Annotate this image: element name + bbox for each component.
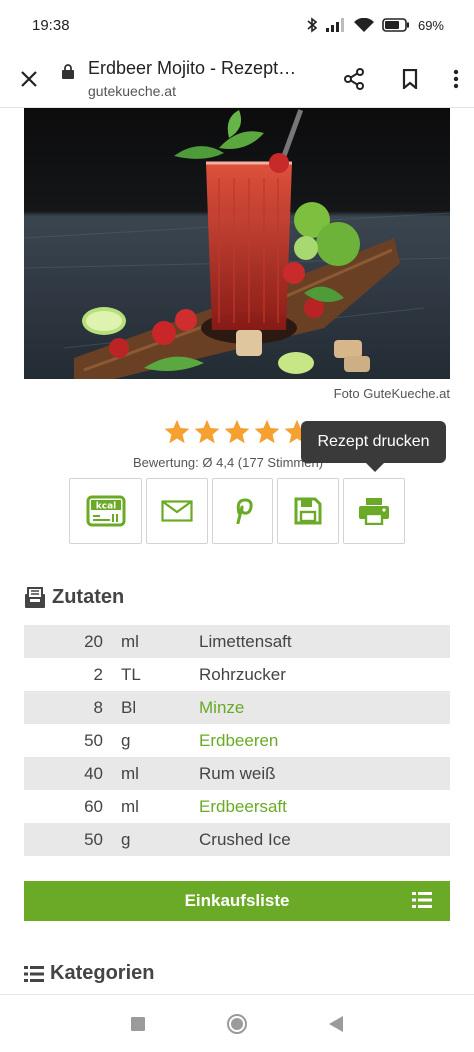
ingredient-unit: Bl bbox=[121, 697, 137, 717]
print-button[interactable] bbox=[343, 478, 405, 544]
address-area[interactable]: Erdbeer Mojito - Rezept | GuteKueche.at … bbox=[78, 58, 326, 99]
share-icon bbox=[344, 67, 364, 90]
email-button[interactable] bbox=[146, 478, 208, 544]
categories-title: Kategorien bbox=[50, 962, 155, 984]
ingredient-row: 20 ml Limettensaft bbox=[24, 625, 450, 658]
battery-level: 69% bbox=[417, 17, 444, 33]
ingredient-amount: 2 bbox=[93, 664, 103, 684]
ingredient-link[interactable]: Minze bbox=[199, 691, 450, 724]
ingredient-name: Rohrzucker bbox=[199, 664, 286, 684]
ingredient-link[interactable]: Erdbeeren bbox=[199, 724, 450, 757]
rating-stars[interactable] bbox=[163, 418, 311, 446]
status-bar: 19:38 69% bbox=[0, 0, 474, 50]
ingredient-amount: 20 bbox=[84, 631, 103, 651]
share-button[interactable] bbox=[326, 50, 382, 108]
ingredient-unit: ml bbox=[121, 796, 139, 816]
list-icon bbox=[24, 965, 44, 982]
star-icon[interactable] bbox=[223, 418, 251, 446]
ingredients-heading: Zutaten bbox=[24, 586, 124, 609]
ingredient-name: Crushed Ice bbox=[199, 829, 291, 849]
ingredient-name: Limettensaft bbox=[199, 631, 292, 651]
battery-icon bbox=[382, 18, 409, 32]
save-icon bbox=[294, 497, 322, 525]
ingredient-unit: g bbox=[121, 829, 131, 849]
rating-summary: Bewertung: Ø 4,4 (177 Stimmen) bbox=[133, 455, 324, 470]
star-icon[interactable] bbox=[193, 418, 221, 446]
ingredient-amount: 8 bbox=[93, 697, 103, 717]
page-url: gutekueche.at bbox=[88, 83, 176, 99]
ingredients-title: Zutaten bbox=[52, 586, 125, 608]
browser-toolbar: Erdbeer Mojito - Rezept | GuteKueche.at … bbox=[0, 50, 474, 108]
ingredient-row: 2 TL Rohrzucker bbox=[24, 658, 450, 691]
ingredient-unit: ml bbox=[121, 631, 139, 651]
list-icon bbox=[412, 892, 432, 908]
categories-heading: Kategorien bbox=[24, 962, 154, 985]
back-button[interactable] bbox=[328, 1015, 344, 1033]
ingredient-row: 8 Bl Minze bbox=[24, 691, 450, 724]
wifi-icon bbox=[353, 17, 374, 32]
ingredient-amount: 60 bbox=[84, 796, 103, 816]
ingredient-unit: TL bbox=[121, 664, 141, 684]
shopping-list-button[interactable]: Einkaufsliste bbox=[24, 881, 450, 921]
photo-credit: Foto GuteKueche.at bbox=[333, 386, 450, 401]
close-tab-button[interactable] bbox=[0, 50, 58, 108]
ingredient-link[interactable]: Erdbeersaft bbox=[199, 790, 450, 823]
ingredient-row: 50 g Crushed Ice bbox=[24, 823, 450, 856]
star-icon[interactable] bbox=[253, 418, 281, 446]
print-icon bbox=[359, 498, 389, 525]
secure-lock[interactable] bbox=[58, 64, 78, 79]
ingredient-amount: 50 bbox=[84, 829, 103, 849]
tooltip-arrow bbox=[366, 463, 384, 472]
print-tooltip: Rezept drucken bbox=[301, 421, 446, 463]
bookmark-button[interactable] bbox=[382, 50, 438, 108]
page-title: Erdbeer Mojito - Rezept | GuteKueche.at bbox=[88, 58, 300, 78]
more-vert-icon bbox=[453, 69, 459, 88]
home-button[interactable] bbox=[226, 1013, 248, 1035]
recipe-actions: kcal bbox=[69, 478, 405, 544]
ingredient-row: 40 ml Rum weiß bbox=[24, 757, 450, 790]
toolbar-actions bbox=[326, 50, 474, 108]
ingredients-box-icon bbox=[25, 586, 45, 608]
signal-icon bbox=[325, 18, 344, 32]
recipe-photo bbox=[24, 108, 450, 379]
ingredient-unit: ml bbox=[121, 763, 139, 783]
ingredient-name: Rum weiß bbox=[199, 763, 276, 783]
lock-icon bbox=[62, 64, 74, 79]
mail-icon bbox=[161, 500, 193, 522]
system-nav-bar bbox=[0, 994, 474, 1052]
ingredients-table: 20 ml Limettensaft 2 TL Rohrzucker 8 Bl … bbox=[24, 625, 450, 856]
close-icon bbox=[21, 70, 37, 87]
status-icons: 69% bbox=[306, 17, 444, 33]
pinterest-button[interactable] bbox=[212, 478, 273, 544]
status-time: 19:38 bbox=[32, 16, 70, 34]
bookmark-icon bbox=[402, 68, 418, 89]
kcal-icon: kcal bbox=[86, 495, 125, 527]
ingredient-amount: 50 bbox=[84, 730, 103, 750]
star-icon[interactable] bbox=[163, 418, 191, 446]
kcal-label: kcal bbox=[95, 502, 115, 512]
ingredient-amount: 40 bbox=[84, 763, 103, 783]
bluetooth-icon bbox=[307, 17, 318, 33]
ingredient-unit: g bbox=[121, 730, 131, 750]
save-recipe-button[interactable] bbox=[277, 478, 339, 544]
ingredient-row: 50 g Erdbeeren bbox=[24, 724, 450, 757]
more-menu-button[interactable] bbox=[438, 50, 474, 108]
recents-button[interactable] bbox=[130, 1016, 146, 1032]
nutrition-button[interactable]: kcal bbox=[69, 478, 142, 544]
ingredient-row: 60 ml Erdbeersaft bbox=[24, 790, 450, 823]
pinterest-icon bbox=[236, 498, 253, 524]
mojito-illustration bbox=[24, 108, 450, 379]
shopping-list-label: Einkaufsliste bbox=[184, 891, 290, 910]
